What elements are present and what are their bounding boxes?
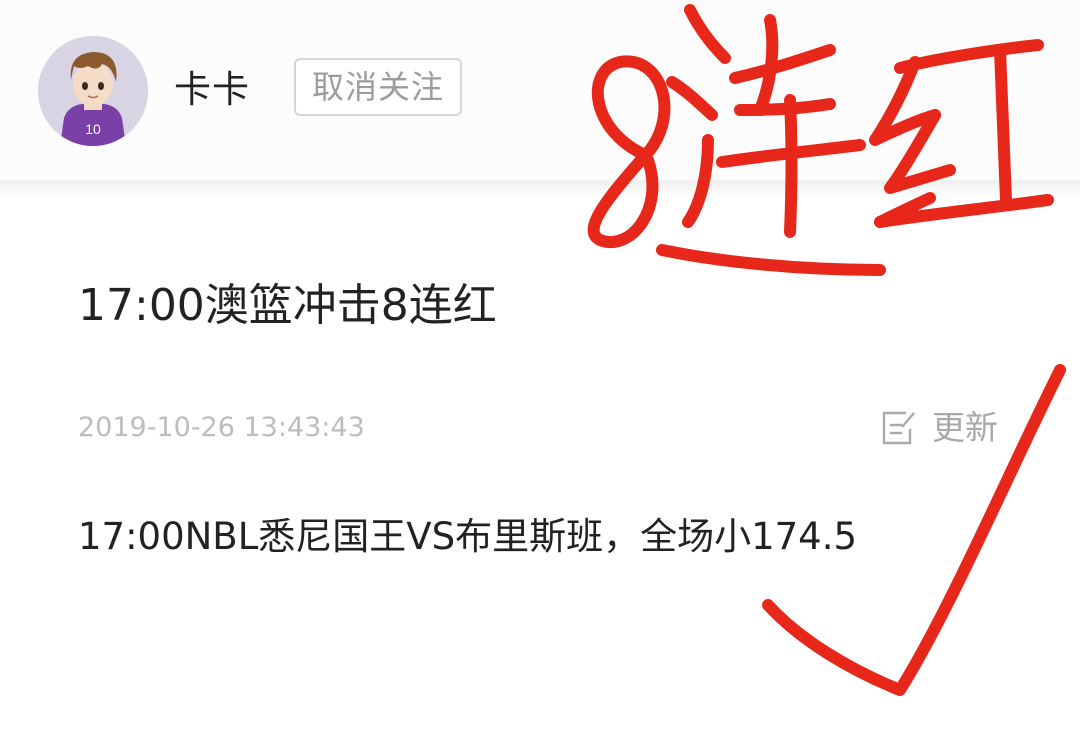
post-timestamp: 2019-10-26 13:43:43 [78,412,365,443]
unfollow-button[interactable]: 取消关注 [294,58,462,116]
profile-header: 10 卡卡 取消关注 [0,0,1080,180]
update-button[interactable]: 更新 [880,404,998,452]
avatar-jersey-number: 10 [85,121,101,137]
avatar-image: 10 [38,36,148,146]
update-label: 更新 [932,408,998,447]
post-title: 17:00澳篮冲击8连红 [78,280,497,331]
header-divider [0,180,1080,198]
edit-icon [882,411,915,445]
avatar[interactable]: 10 [38,36,148,146]
username[interactable]: 卡卡 [174,66,250,114]
post-body: 17:00NBL悉尼国王VS布里斯班，全场小174.5 [78,515,858,558]
